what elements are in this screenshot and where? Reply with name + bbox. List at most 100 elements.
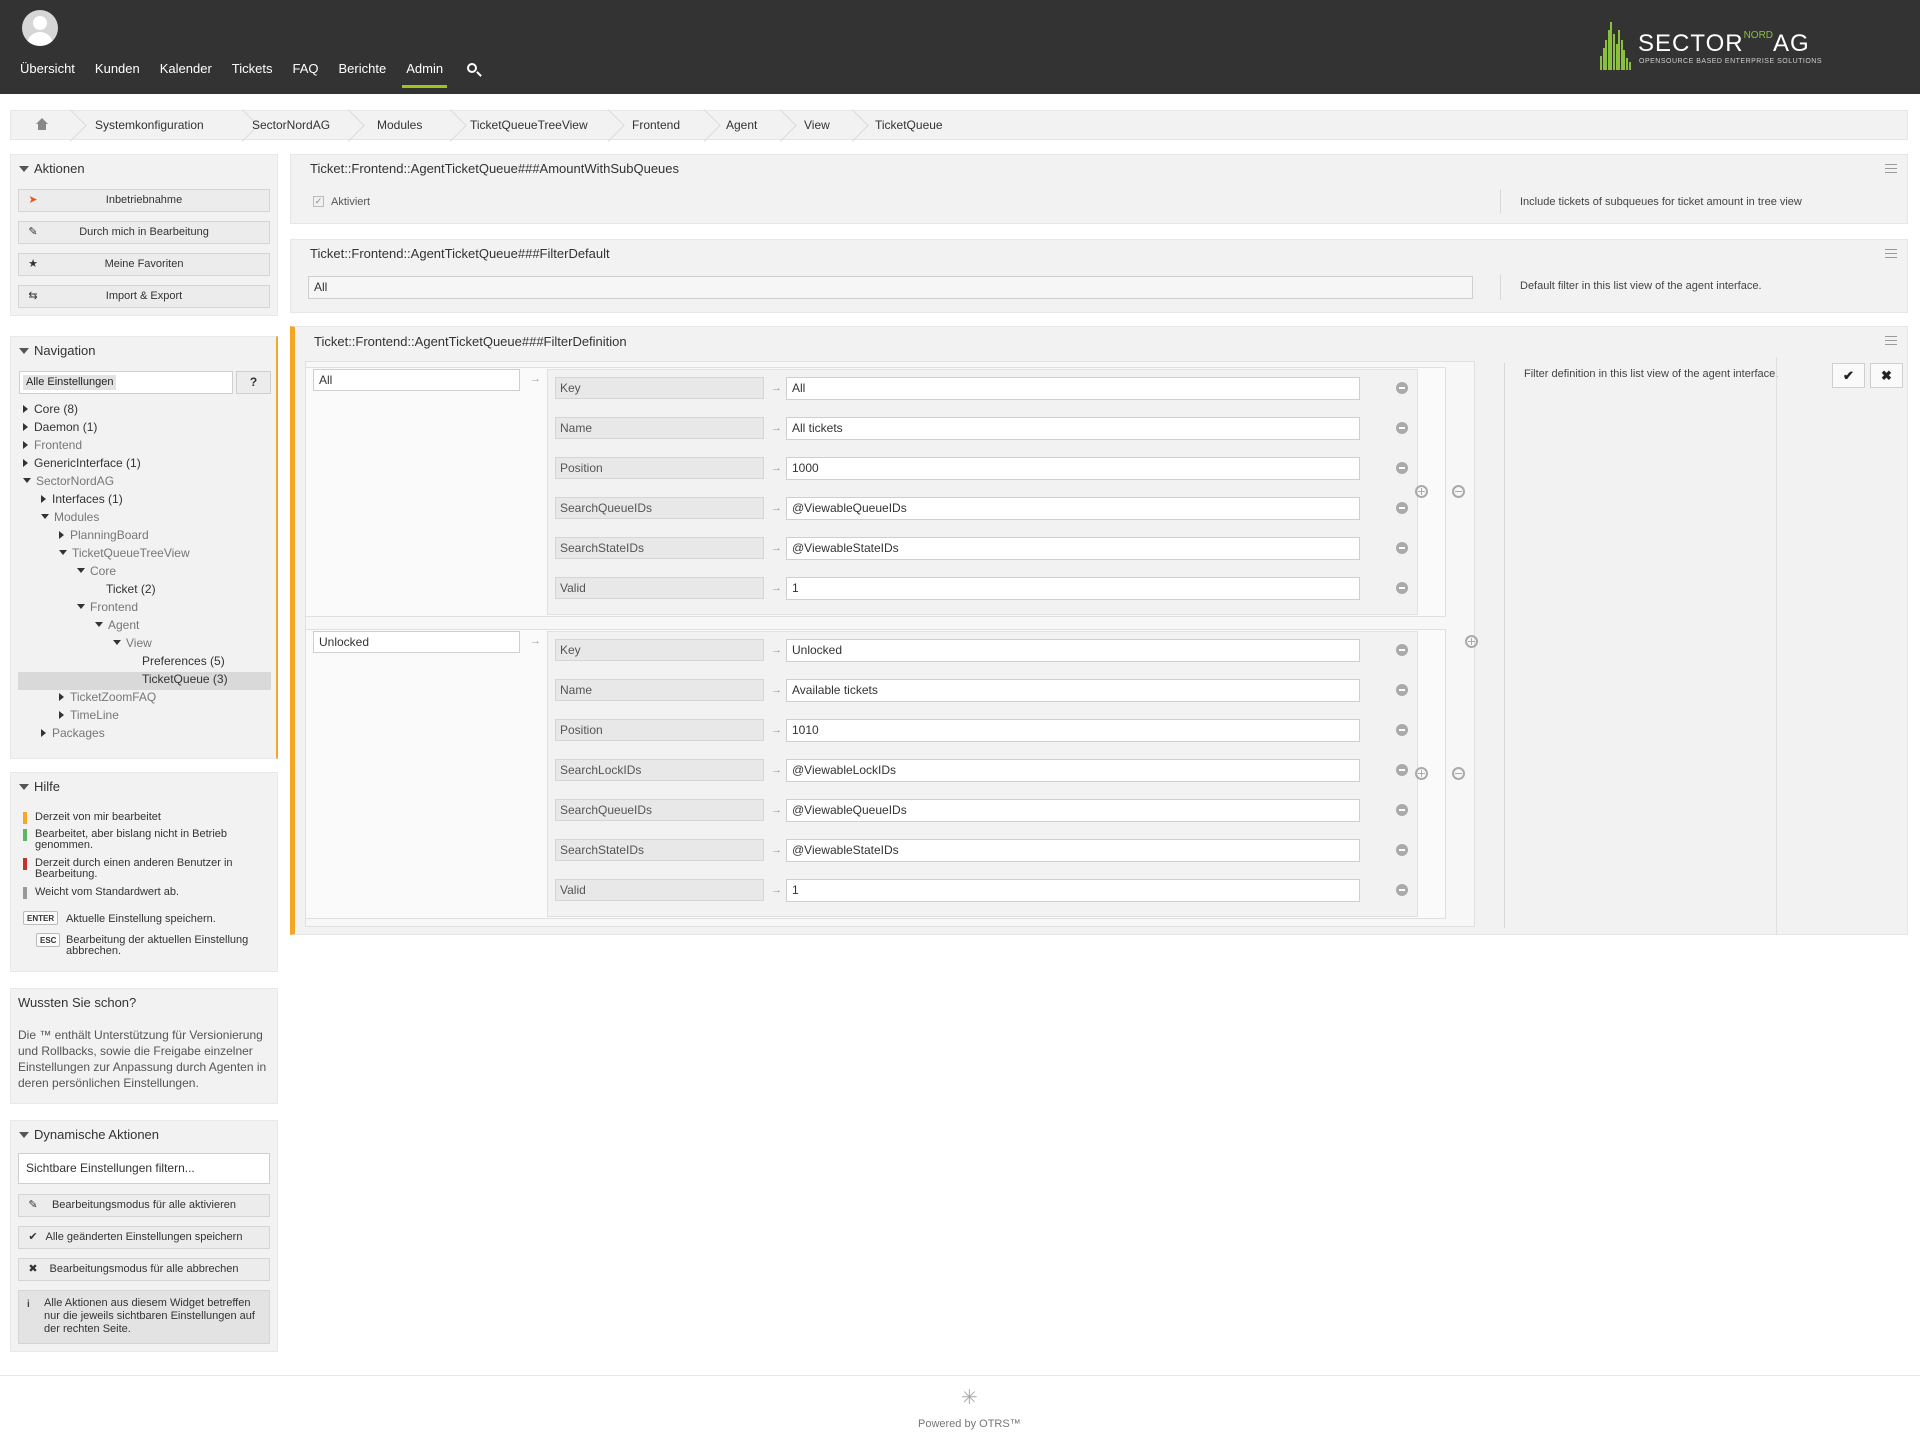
tree-node[interactable]: Ticket (2) <box>95 580 156 598</box>
caret-down-icon[interactable] <box>113 640 121 646</box>
caret-right-icon[interactable] <box>23 422 28 431</box>
tree-node[interactable]: Daemon (1) <box>23 418 97 436</box>
help-header[interactable]: Hilfe <box>11 773 277 801</box>
hash-item-value-input[interactable]: 1 <box>786 879 1360 902</box>
tree-node[interactable]: Core (8) <box>23 400 78 418</box>
breadcrumb-item[interactable]: Systemkonfiguration <box>95 111 204 139</box>
tree-node[interactable]: TimeLine <box>59 706 119 724</box>
hash-group-key-input[interactable]: All <box>313 369 520 391</box>
hash-item-value-input[interactable]: 1000 <box>786 457 1360 480</box>
remove-item-icon[interactable] <box>1396 684 1408 696</box>
remove-item-icon[interactable] <box>1396 582 1408 594</box>
tree-node[interactable]: Frontend <box>23 436 82 454</box>
hash-item-value-input[interactable]: Unlocked <box>786 639 1360 662</box>
tree-node[interactable]: Preferences (5) <box>131 652 225 670</box>
nav-admin[interactable]: Admin <box>396 58 453 88</box>
nav-uebersicht[interactable]: Übersicht <box>10 58 85 88</box>
nav-tickets[interactable]: Tickets <box>222 58 283 88</box>
tree-node[interactable]: TicketZoomFAQ <box>59 688 156 706</box>
navigation-header[interactable]: Navigation <box>11 337 276 365</box>
tree-node[interactable]: Agent <box>95 616 139 634</box>
remove-item-icon[interactable] <box>1396 422 1408 434</box>
search-icon[interactable] <box>457 58 487 80</box>
menu-icon[interactable] <box>1885 249 1897 258</box>
remove-item-icon[interactable] <box>1396 502 1408 514</box>
hash-item-value-input[interactable]: All tickets <box>786 417 1360 440</box>
tree-node[interactable]: TicketQueue (3) <box>131 670 228 688</box>
favorites-button[interactable]: ★ Meine Favoriten <box>18 253 270 276</box>
remove-item-icon[interactable] <box>1396 844 1408 856</box>
actions-header[interactable]: Aktionen <box>11 155 277 183</box>
caret-right-icon[interactable] <box>23 404 28 413</box>
add-item-icon[interactable] <box>1415 485 1428 498</box>
caret-down-icon[interactable] <box>59 550 67 556</box>
caret-down-icon[interactable] <box>23 478 31 484</box>
caret-right-icon[interactable] <box>59 692 64 701</box>
caret-down-icon[interactable] <box>95 622 103 628</box>
hash-group-key-input[interactable]: Unlocked <box>313 631 520 653</box>
tree-node[interactable]: Core <box>77 562 116 580</box>
breadcrumb-item[interactable]: Frontend <box>632 111 680 139</box>
caret-right-icon[interactable] <box>41 728 46 737</box>
breadcrumb-item[interactable]: View <box>804 111 830 139</box>
caret-down-icon[interactable] <box>41 514 49 520</box>
breadcrumb-item[interactable]: Agent <box>726 111 757 139</box>
menu-icon[interactable] <box>1885 164 1897 173</box>
inbetriebnahme-button[interactable]: ➤ Inbetriebnahme <box>18 189 270 212</box>
remove-item-icon[interactable] <box>1396 644 1408 656</box>
breadcrumb-item[interactable]: SectorNordAG <box>252 111 330 139</box>
remove-item-icon[interactable] <box>1396 462 1408 474</box>
remove-group-icon[interactable] <box>1452 767 1465 780</box>
hash-item-value-input[interactable]: All <box>786 377 1360 400</box>
hash-item-value-input[interactable]: @ViewableStateIDs <box>786 839 1360 862</box>
hash-item-value-input[interactable]: 1010 <box>786 719 1360 742</box>
breadcrumb-item[interactable]: TicketQueueTreeView <box>470 111 588 139</box>
menu-icon[interactable] <box>1885 336 1897 345</box>
caret-right-icon[interactable] <box>41 494 46 503</box>
hash-item-value-input[interactable]: @ViewableQueueIDs <box>786 799 1360 822</box>
breadcrumb-item[interactable]: Modules <box>377 111 422 139</box>
remove-item-icon[interactable] <box>1396 884 1408 896</box>
tree-node[interactable]: Frontend <box>77 598 138 616</box>
dynamic-actions-header[interactable]: Dynamische Aktionen <box>11 1121 277 1149</box>
remove-item-icon[interactable] <box>1396 542 1408 554</box>
save-all-button[interactable]: ✔ Alle geänderten Einstellungen speichern <box>18 1226 270 1249</box>
nav-kalender[interactable]: Kalender <box>150 58 222 88</box>
editing-by-me-button[interactable]: ✎ Durch mich in Bearbeitung <box>18 221 270 244</box>
import-export-button[interactable]: ⇆ Import & Export <box>18 285 270 308</box>
caret-right-icon[interactable] <box>59 710 64 719</box>
remove-item-icon[interactable] <box>1396 382 1408 394</box>
nav-faq[interactable]: FAQ <box>283 58 329 88</box>
navigation-search-input[interactable]: Alle Einstellungen <box>19 371 233 394</box>
hash-item-value-input[interactable]: Available tickets <box>786 679 1360 702</box>
remove-item-icon[interactable] <box>1396 764 1408 776</box>
tree-node[interactable]: View <box>113 634 152 652</box>
add-hash-entry-icon[interactable] <box>1465 635 1478 648</box>
setting-title[interactable]: Ticket::Frontend::AgentTicketQueue###Fil… <box>314 334 627 349</box>
filter-settings-input[interactable]: Sichtbare Einstellungen filtern... <box>18 1153 270 1184</box>
tree-node[interactable]: GenericInterface (1) <box>23 454 141 472</box>
hash-item-value-input[interactable]: @ViewableQueueIDs <box>786 497 1360 520</box>
nav-berichte[interactable]: Berichte <box>329 58 397 88</box>
caret-down-icon[interactable] <box>77 568 85 574</box>
tree-node[interactable]: Packages <box>41 724 105 742</box>
caret-right-icon[interactable] <box>59 530 64 539</box>
remove-group-icon[interactable] <box>1452 485 1465 498</box>
cancel-setting-button[interactable]: ✖ <box>1870 363 1903 388</box>
remove-item-icon[interactable] <box>1396 724 1408 736</box>
tree-node[interactable]: SectorNordAG <box>23 472 114 490</box>
hash-item-value-input[interactable]: 1 <box>786 577 1360 600</box>
caret-right-icon[interactable] <box>23 458 28 467</box>
remove-item-icon[interactable] <box>1396 804 1408 816</box>
setting-title[interactable]: Ticket::Frontend::AgentTicketQueue###Fil… <box>310 246 610 261</box>
activated-checkbox[interactable]: ✓ <box>313 196 324 207</box>
footer-text[interactable]: Powered by OTRS™ <box>918 1418 1021 1430</box>
tree-node[interactable]: TicketQueueTreeView <box>59 544 190 562</box>
tree-node[interactable]: Modules <box>41 508 99 526</box>
caret-down-icon[interactable] <box>77 604 85 610</box>
help-button[interactable]: ? <box>236 371 271 394</box>
setting-title[interactable]: Ticket::Frontend::AgentTicketQueue###Amo… <box>310 161 679 176</box>
cancel-all-button[interactable]: ✖ Bearbeitungsmodus für alle abbrechen <box>18 1258 270 1281</box>
save-setting-button[interactable]: ✔ <box>1832 363 1865 388</box>
edit-all-button[interactable]: ✎ Bearbeitungsmodus für alle aktivieren <box>18 1194 270 1217</box>
